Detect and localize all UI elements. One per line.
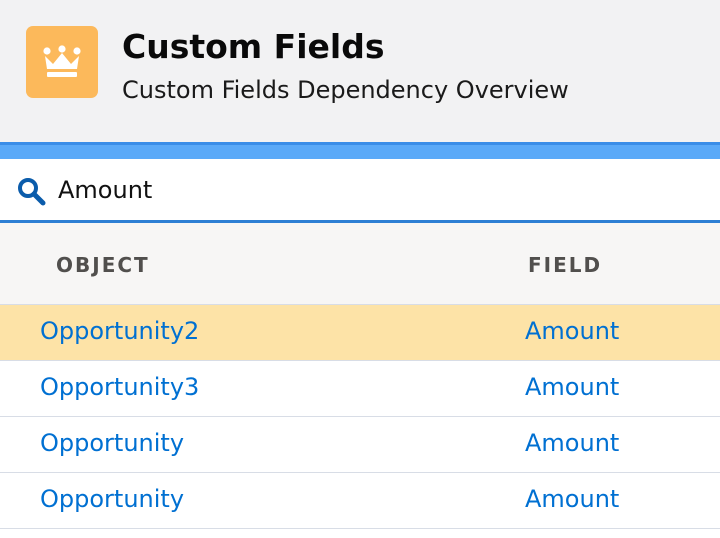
- table-row[interactable]: Opportunity Amount: [0, 417, 720, 473]
- object-link[interactable]: Opportunity: [40, 485, 184, 513]
- table-header: OBJECT FIELD: [0, 223, 720, 305]
- field-link[interactable]: Amount: [525, 373, 619, 401]
- table-row[interactable]: Opportunity Amount: [0, 473, 720, 529]
- table-body: Opportunity2 Amount Opportunity3 Amount …: [0, 305, 720, 529]
- object-link[interactable]: Opportunity3: [40, 373, 199, 401]
- page-title: Custom Fields: [122, 27, 385, 66]
- table-row[interactable]: Opportunity3 Amount: [0, 361, 720, 417]
- page-subtitle: Custom Fields Dependency Overview: [122, 76, 569, 104]
- search-icon[interactable]: [16, 176, 46, 206]
- column-header-field[interactable]: FIELD: [528, 253, 602, 277]
- field-link[interactable]: Amount: [525, 429, 619, 457]
- search-input[interactable]: [58, 171, 698, 209]
- page-header: Custom Fields Custom Fields Dependency O…: [0, 0, 720, 142]
- accent-bar: [0, 142, 720, 159]
- object-link[interactable]: Opportunity2: [40, 317, 199, 345]
- object-link[interactable]: Opportunity: [40, 429, 184, 457]
- table-row[interactable]: Opportunity2 Amount: [0, 305, 720, 361]
- crown-icon: [26, 26, 98, 98]
- field-link[interactable]: Amount: [525, 485, 619, 513]
- column-header-object[interactable]: OBJECT: [56, 253, 150, 277]
- field-link[interactable]: Amount: [525, 317, 619, 345]
- search-bar: [0, 159, 720, 223]
